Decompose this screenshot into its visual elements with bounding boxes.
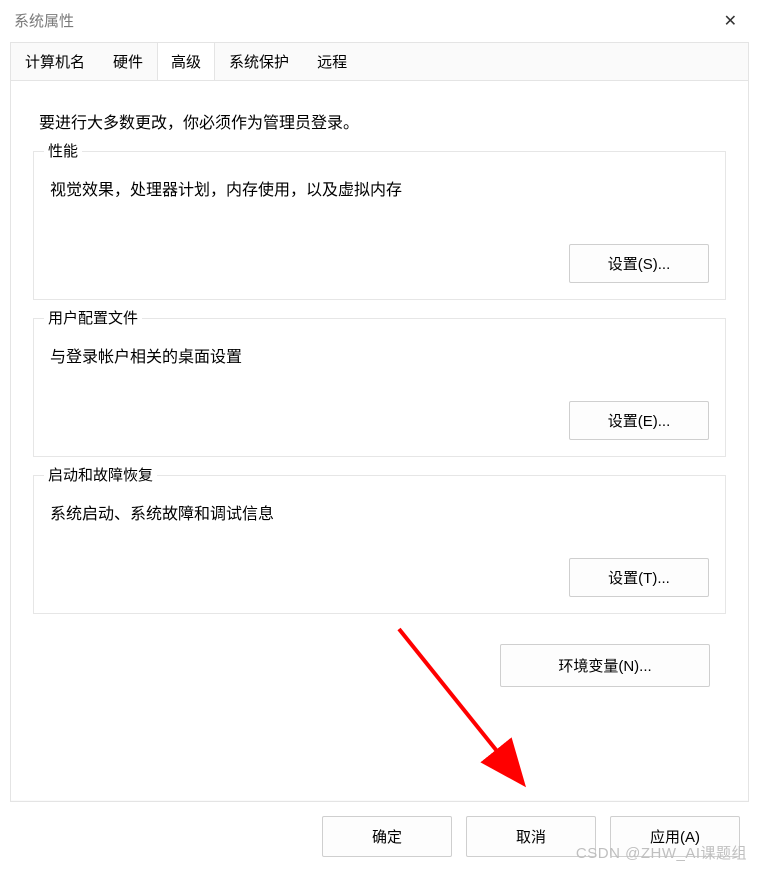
close-icon[interactable]: ✕: [714, 7, 747, 35]
tab-advanced[interactable]: 高级: [157, 42, 215, 80]
titlebar: 系统属性 ✕: [0, 0, 759, 38]
tab-hardware[interactable]: 硬件: [99, 42, 157, 80]
group-user-profiles-btn-row: 设置(E)...: [50, 401, 709, 440]
group-startup-recovery: 启动和故障恢复 系统启动、系统故障和调试信息 设置(T)...: [33, 475, 726, 614]
startup-recovery-settings-button[interactable]: 设置(T)...: [569, 558, 709, 597]
ok-button[interactable]: 确定: [322, 816, 452, 857]
group-performance: 性能 视觉效果，处理器计划，内存使用，以及虚拟内存 设置(S)...: [33, 151, 726, 300]
group-user-profiles: 用户配置文件 与登录帐户相关的桌面设置 设置(E)...: [33, 318, 726, 457]
tab-remote[interactable]: 远程: [303, 42, 361, 80]
group-startup-recovery-legend: 启动和故障恢复: [44, 464, 157, 485]
group-performance-btn-row: 设置(S)...: [50, 244, 709, 283]
dialog-frame: 计算机名 硬件 高级 系统保护 远程 要进行大多数更改，你必须作为管理员登录。 …: [10, 42, 749, 802]
tabs-bar: 计算机名 硬件 高级 系统保护 远程: [11, 42, 748, 80]
performance-settings-button[interactable]: 设置(S)...: [569, 244, 709, 283]
tab-computer-name[interactable]: 计算机名: [11, 42, 99, 80]
window-title: 系统属性: [14, 10, 74, 31]
env-button-row: 环境变量(N)...: [31, 644, 710, 687]
group-user-profiles-desc: 与登录帐户相关的桌面设置: [50, 343, 709, 367]
user-profiles-settings-button[interactable]: 设置(E)...: [569, 401, 709, 440]
watermark-text: CSDN @ZHW_AI课题组: [576, 842, 747, 863]
tab-content-advanced: 要进行大多数更改，你必须作为管理员登录。 性能 视觉效果，处理器计划，内存使用，…: [11, 80, 748, 800]
environment-variables-button[interactable]: 环境变量(N)...: [500, 644, 710, 687]
group-performance-desc: 视觉效果，处理器计划，内存使用，以及虚拟内存: [50, 176, 709, 200]
group-startup-recovery-desc: 系统启动、系统故障和调试信息: [50, 500, 709, 524]
tab-system-protection[interactable]: 系统保护: [215, 42, 303, 80]
group-user-profiles-legend: 用户配置文件: [44, 307, 142, 328]
group-startup-recovery-btn-row: 设置(T)...: [50, 558, 709, 597]
group-performance-legend: 性能: [44, 140, 82, 161]
admin-login-note: 要进行大多数更改，你必须作为管理员登录。: [39, 109, 724, 133]
